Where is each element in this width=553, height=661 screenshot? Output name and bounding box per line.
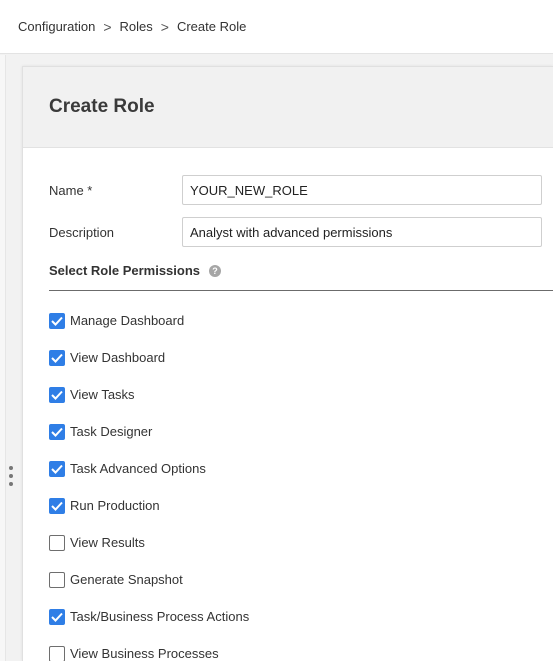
permission-label: View Tasks: [70, 387, 135, 402]
name-label: Name *: [49, 182, 93, 198]
permission-label: View Dashboard: [70, 350, 166, 365]
permission-label: Task Designer: [70, 424, 153, 439]
permission-view-results[interactable]: View Results: [49, 524, 249, 561]
checkbox[interactable]: [49, 608, 65, 625]
left-rail: [0, 55, 6, 661]
name-row: Name *: [49, 175, 542, 205]
permission-label: Task/Business Process Actions: [70, 609, 250, 624]
permissions-list: Manage Dashboard View Dashboard View Tas…: [49, 302, 249, 661]
permission-view-dashboard[interactable]: View Dashboard: [49, 339, 249, 376]
permission-generate-snapshot[interactable]: Generate Snapshot: [49, 561, 249, 598]
description-row: Description: [49, 217, 542, 247]
checkbox[interactable]: [49, 349, 65, 366]
drag-handle-icon[interactable]: [8, 466, 14, 486]
create-role-panel: Create Role Name * Description Select Ro…: [22, 66, 553, 661]
checkbox[interactable]: [49, 571, 65, 588]
permission-label: View Business Processes: [70, 646, 219, 661]
checkbox[interactable]: [49, 497, 65, 514]
permission-task-advanced-options[interactable]: Task Advanced Options: [49, 450, 249, 487]
checkbox[interactable]: [49, 386, 65, 403]
permission-view-business-processes[interactable]: View Business Processes: [49, 635, 249, 661]
checkbox[interactable]: [49, 534, 65, 551]
permission-label: View Results: [70, 535, 145, 550]
permission-manage-dashboard[interactable]: Manage Dashboard: [49, 302, 249, 339]
breadcrumb: Configuration > Roles > Create Role: [0, 0, 553, 54]
checkbox[interactable]: [49, 423, 65, 440]
permission-task-business-process-actions[interactable]: Task/Business Process Actions: [49, 598, 249, 635]
help-icon[interactable]: ?: [209, 265, 222, 277]
breadcrumb-create-role: Create Role: [176, 19, 247, 34]
permissions-heading: Select Role Permissions ?: [49, 263, 553, 291]
permission-label: Task Advanced Options: [70, 461, 206, 476]
checkbox[interactable]: [49, 460, 65, 477]
checkbox[interactable]: [49, 645, 65, 661]
description-input[interactable]: [182, 217, 542, 247]
name-input[interactable]: [182, 175, 542, 205]
permission-view-tasks[interactable]: View Tasks: [49, 376, 249, 413]
description-label: Description: [49, 224, 115, 240]
permission-run-production[interactable]: Run Production: [49, 487, 249, 524]
permission-task-designer[interactable]: Task Designer: [49, 413, 249, 450]
breadcrumb-roles[interactable]: Roles: [120, 19, 153, 34]
permission-label: Generate Snapshot: [70, 572, 183, 587]
page-title: Create Role: [49, 96, 155, 117]
permissions-title: Select Role Permissions: [49, 263, 201, 278]
breadcrumb-separator: >: [160, 18, 169, 35]
panel-header: Create Role: [23, 67, 553, 148]
permission-label: Manage Dashboard: [70, 313, 185, 328]
breadcrumb-separator: >: [103, 18, 112, 35]
permission-label: Run Production: [70, 498, 160, 513]
breadcrumb-configuration[interactable]: Configuration: [18, 19, 95, 34]
checkbox[interactable]: [49, 312, 65, 329]
